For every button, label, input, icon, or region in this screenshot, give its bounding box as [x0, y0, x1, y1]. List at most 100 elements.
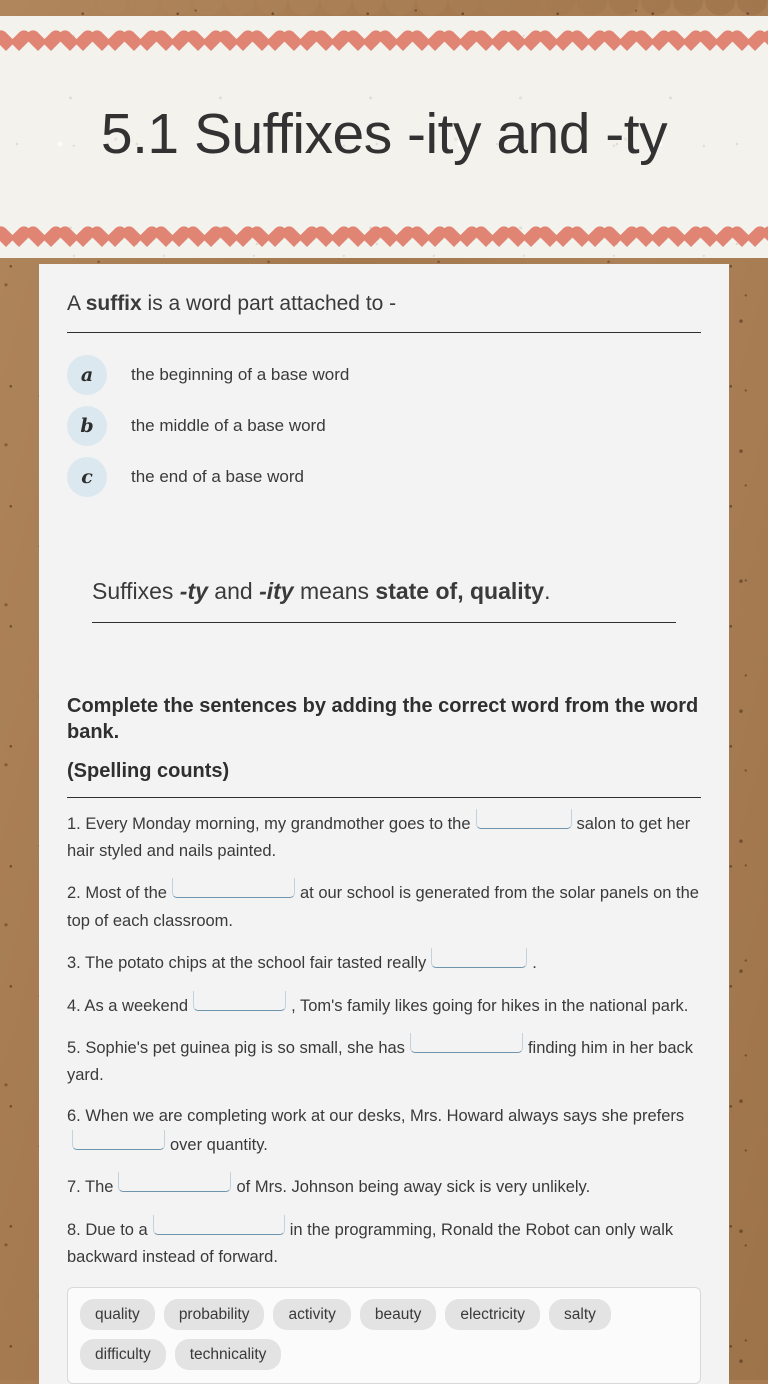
sentence-text-after: of Mrs. Johnson being away sick is very … [236, 1178, 591, 1197]
heart-icon [250, 30, 275, 53]
rule-suffix-ty: -ty [179, 578, 208, 605]
sentence-item: 8. Due to a in the programming, Ronald th… [67, 1214, 701, 1272]
choice-letter-badge: a [67, 354, 107, 395]
instructions-divider [67, 796, 701, 798]
heart-icon [314, 226, 339, 249]
sentence-text-after: , Tom's family likes going for hikes in … [291, 996, 689, 1015]
heart-icon [474, 226, 499, 249]
sentence-item: 3. The potato chips at the school fair t… [67, 948, 701, 977]
sentence-text-before: 1. Every Monday morning, my grandmother … [67, 814, 471, 833]
heart-icon [346, 226, 371, 249]
heart-icon [410, 30, 435, 53]
sentence-text-before: 3. The potato chips at the school fair t… [67, 954, 427, 973]
heart-icon [0, 226, 19, 249]
answer-choice-a[interactable]: a the beginning of a base word [67, 349, 701, 400]
sentence-item: 5. Sophie's pet guinea pig is so small, … [67, 1032, 701, 1090]
page-title: 5.1 Suffixes -ity and -ty [100, 102, 668, 166]
heart-icon [378, 30, 403, 53]
sentence-text-before: 7. The [67, 1178, 114, 1197]
heart-icon [666, 30, 691, 53]
word-bank-chip[interactable]: technicality [174, 1338, 282, 1371]
heart-icon [0, 30, 19, 53]
answer-choice-b[interactable]: b the middle of a base word [67, 400, 701, 451]
sentence-item: 2. Most of the at our school is generated… [67, 878, 701, 935]
heart-icon [314, 30, 339, 53]
prompt-prefix: A [67, 292, 86, 315]
heart-icon [538, 226, 563, 249]
answer-choice-c[interactable]: c the end of a base word [67, 451, 701, 502]
rule-part2: and [207, 578, 260, 605]
heart-icon [570, 30, 595, 53]
heart-icon [538, 30, 563, 53]
heart-icon [506, 226, 531, 249]
heart-icon [186, 30, 211, 53]
answer-blank-8[interactable] [152, 1214, 285, 1235]
instructions: Complete the sentences by adding the cor… [67, 693, 701, 798]
word-bank-chip[interactable]: difficulty [80, 1338, 166, 1371]
heart-icon [634, 30, 659, 53]
choice-letter-badge: b [67, 405, 107, 446]
sentence-text-before: 5. Sophie's pet guinea pig is so small, … [67, 1038, 405, 1057]
question-prompt: A suffix is a word part attached to - [67, 290, 701, 334]
heart-icon [506, 30, 531, 53]
heart-icon [730, 30, 755, 53]
rule-part3: means [293, 578, 376, 605]
heart-icon [282, 30, 307, 53]
heart-icon [602, 226, 627, 249]
sentence-text-after: . [532, 954, 537, 973]
heart-icon [474, 30, 499, 53]
choice-letter-badge: c [67, 456, 107, 497]
word-bank-chip[interactable]: quality [80, 1298, 155, 1330]
heart-icon [570, 226, 595, 249]
word-bank-chip[interactable]: salty [549, 1298, 611, 1330]
prompt-keyword: suffix [85, 292, 142, 315]
answer-blank-1[interactable] [475, 808, 572, 829]
sentence-text-before: 4. As a weekend [67, 996, 189, 1015]
heart-icon [762, 30, 768, 53]
rule-box: Suffixes -ty and -ity means state of, qu… [92, 575, 676, 623]
heart-icon [442, 30, 467, 53]
heart-icon [26, 226, 51, 249]
choice-label: the beginning of a base word [131, 364, 350, 384]
answer-blank-7[interactable] [118, 1172, 232, 1193]
heart-icon [346, 30, 371, 53]
answer-blank-5[interactable] [409, 1032, 523, 1053]
answer-blank-2[interactable] [171, 878, 295, 899]
sentence-text-before: 2. Most of the [67, 884, 167, 903]
word-bank-chip[interactable]: probability [163, 1298, 265, 1330]
heart-icon [378, 226, 403, 249]
heart-icon [282, 226, 307, 249]
answer-blank-3[interactable] [431, 948, 528, 969]
sentence-text-after: over quantity. [170, 1136, 268, 1155]
heart-icon [666, 226, 691, 249]
instructions-sub: (Spelling counts) [67, 759, 230, 782]
word-bank: quality probability activity beauty electric… [67, 1286, 701, 1384]
heart-icon [602, 30, 627, 53]
answer-choices: a the beginning of a base word b the middle… [67, 349, 701, 502]
heart-icon [250, 226, 275, 249]
answer-blank-4[interactable] [193, 990, 287, 1011]
rule-text: Suffixes -ty and -ity means state of, qu… [92, 575, 676, 623]
answer-blank-6[interactable] [72, 1130, 165, 1151]
heart-icon [154, 30, 179, 53]
word-bank-chip[interactable]: electricity [445, 1298, 540, 1330]
heart-icon [58, 30, 83, 53]
worksheet-header: 5.1 Suffixes -ity and -ty [0, 0, 768, 258]
heart-icon [218, 30, 243, 53]
rule-suffix-ity: -ity [259, 578, 294, 605]
heart-icon [218, 226, 243, 249]
rule-part1: Suffixes [92, 578, 180, 605]
heart-border-bottom [0, 226, 768, 252]
sentence-list: 1. Every Monday morning, my grandmother … [67, 808, 701, 1272]
instructions-main: Complete the sentences by adding the cor… [67, 694, 699, 743]
heart-icon [730, 226, 755, 249]
heart-icon [186, 226, 211, 249]
heart-icon [90, 226, 115, 249]
heart-icon [154, 226, 179, 249]
heart-icon [26, 30, 51, 53]
heart-icon [634, 226, 659, 249]
word-bank-chip[interactable]: beauty [359, 1298, 437, 1330]
choice-label: the end of a base word [131, 466, 304, 486]
heart-icon [762, 226, 768, 249]
word-bank-chip[interactable]: activity [273, 1298, 351, 1330]
